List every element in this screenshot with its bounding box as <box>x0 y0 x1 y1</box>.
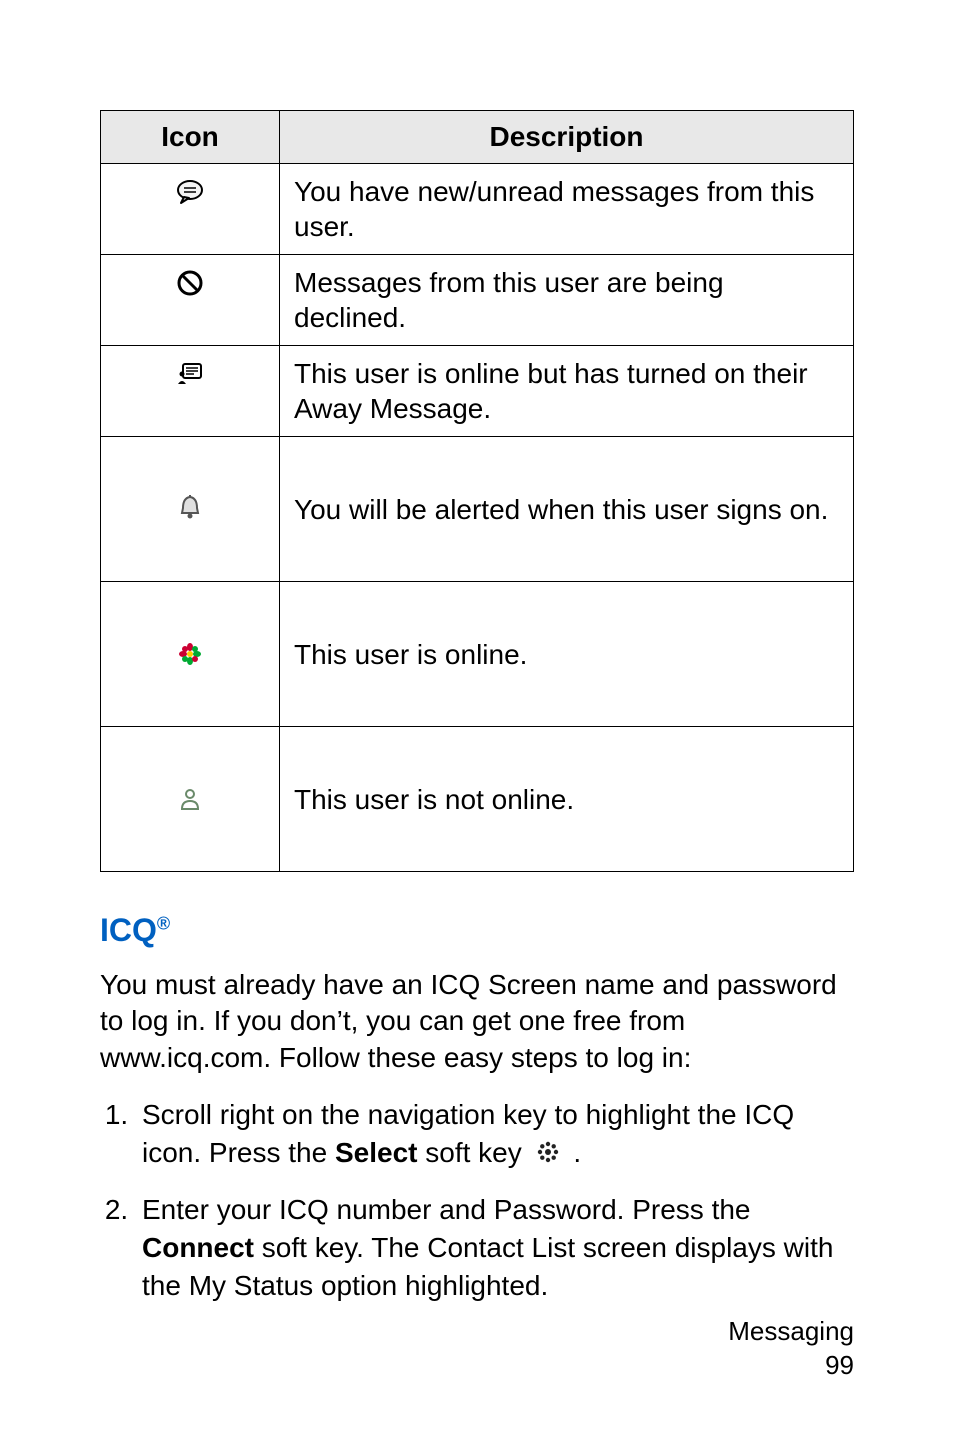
icon-cell <box>101 727 280 872</box>
table-row: Messages from this user are being declin… <box>101 255 854 346</box>
section-heading-text: ICQ <box>100 912 157 948</box>
offline-user-icon <box>179 787 201 811</box>
icon-cell <box>101 437 280 582</box>
description-cell: This user is online but has turned on th… <box>280 346 854 437</box>
away-message-icon <box>175 360 205 388</box>
step-item: Scroll right on the navigation key to hi… <box>136 1096 854 1173</box>
step-item: Enter your ICQ number and Password. Pres… <box>136 1191 854 1304</box>
speech-bubble-icon <box>175 179 205 205</box>
intro-paragraph: You must already have an ICQ Screen name… <box>100 967 854 1076</box>
table-header-row: Icon Description <box>101 111 854 164</box>
page-footer: Messaging 99 <box>728 1315 854 1383</box>
footer-page-number: 99 <box>728 1349 854 1383</box>
alert-bell-icon <box>177 493 203 521</box>
section-heading-sup: ® <box>157 913 170 933</box>
table-row: You have new/unread messages from this u… <box>101 164 854 255</box>
step-bold: Connect <box>142 1232 254 1263</box>
icon-description-table: Icon Description You have new/unread mes… <box>100 110 854 872</box>
icon-cell <box>101 346 280 437</box>
table-header-description: Description <box>280 111 854 164</box>
steps-list: Scroll right on the navigation key to hi… <box>100 1096 854 1305</box>
table-row: This user is online. <box>101 582 854 727</box>
step-text: . <box>573 1137 581 1168</box>
table-header-icon: Icon <box>101 111 280 164</box>
page: Icon Description You have new/unread mes… <box>0 0 954 1433</box>
table-row: You will be alerted when this user signs… <box>101 437 854 582</box>
step-text: Enter your ICQ number and Password. Pres… <box>142 1194 751 1225</box>
description-cell: You will be alerted when this user signs… <box>280 437 854 582</box>
table-row: This user is not online. <box>101 727 854 872</box>
icon-cell <box>101 582 280 727</box>
icon-cell <box>101 164 280 255</box>
step-bold: Select <box>335 1137 418 1168</box>
declined-icon <box>176 269 204 297</box>
description-cell: Messages from this user are being declin… <box>280 255 854 346</box>
footer-section-name: Messaging <box>728 1315 854 1349</box>
online-flower-icon <box>176 642 204 666</box>
description-cell: This user is online. <box>280 582 854 727</box>
section-heading-icq: ICQ® <box>100 912 854 949</box>
table-row: This user is online but has turned on th… <box>101 346 854 437</box>
icon-cell <box>101 255 280 346</box>
step-text: soft key <box>417 1137 529 1168</box>
description-cell: You have new/unread messages from this u… <box>280 164 854 255</box>
icq-flower-softkey-icon <box>536 1136 560 1174</box>
description-cell: This user is not online. <box>280 727 854 872</box>
